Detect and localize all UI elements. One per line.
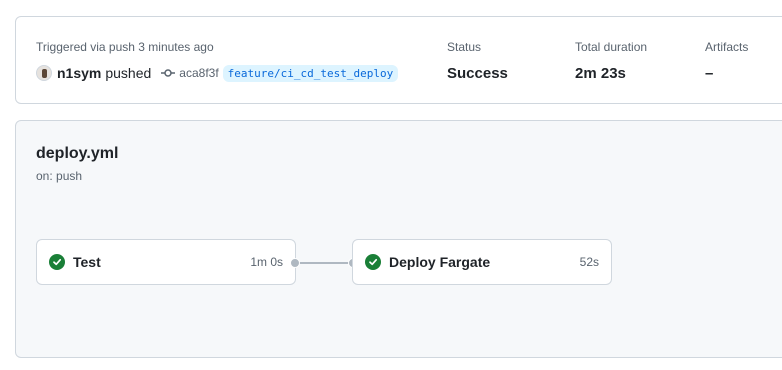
artifacts-value: – (705, 65, 714, 82)
branch-label[interactable]: feature/ci_cd_test_deploy (222, 64, 399, 82)
duration-label: Total duration (575, 40, 648, 54)
workflow-name: deploy.yml (36, 145, 119, 162)
run-summary-panel: Triggered via push 3 minutes ago n1sym p… (15, 16, 782, 104)
job-test[interactable]: Test 1m 0s (36, 239, 296, 285)
job-connector (296, 262, 354, 264)
job-duration: 52s (579, 255, 599, 269)
trigger-description: Triggered via push 3 minutes ago (36, 40, 214, 54)
duration-value: 2m 23s (575, 65, 626, 82)
workflow-graph-panel: deploy.yml on: push Test 1m 0s Deploy Fa… (15, 120, 782, 358)
trigger-row: n1sym pushed aca8f3f feature/ci_cd_test_… (36, 63, 399, 83)
job-name: Test (73, 254, 101, 270)
job-name: Deploy Fargate (389, 254, 491, 270)
action-text: pushed (105, 65, 152, 81)
check-circle-icon (49, 254, 65, 270)
artifacts-label: Artifacts (705, 40, 749, 54)
workflow-trigger: on: push (36, 169, 83, 183)
job-deploy-fargate[interactable]: Deploy Fargate 52s (352, 239, 612, 285)
status-value: Success (447, 65, 508, 82)
artifacts-block: Artifacts – (705, 40, 748, 82)
user-avatar[interactable] (36, 65, 52, 81)
duration-block: Total duration 2m 23s (575, 40, 647, 82)
actor-link[interactable]: n1sym (57, 65, 101, 81)
status-block: Status Success (447, 40, 508, 82)
job-duration: 1m 0s (250, 255, 283, 269)
connector-dot-out (290, 258, 300, 268)
status-label: Status (447, 40, 482, 54)
check-circle-icon (365, 254, 381, 270)
git-commit-icon (161, 66, 176, 80)
commit-sha-link[interactable]: aca8f3f (179, 66, 218, 80)
